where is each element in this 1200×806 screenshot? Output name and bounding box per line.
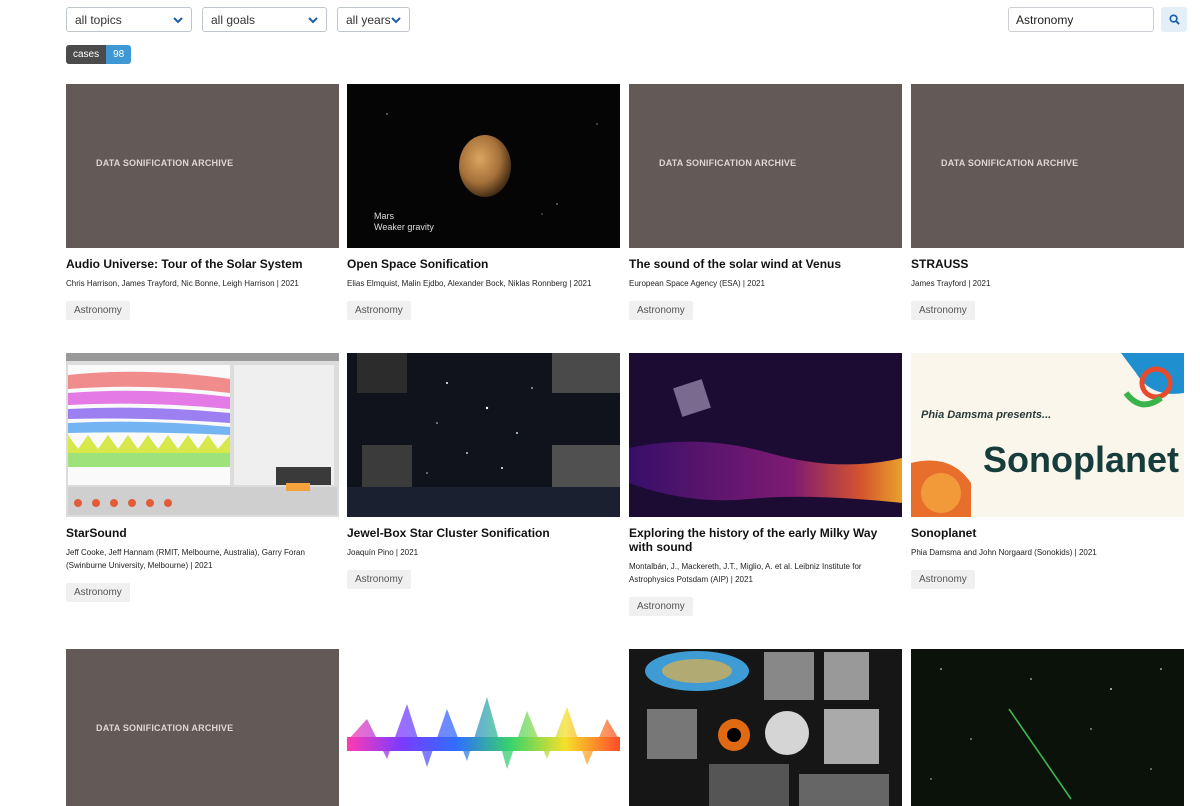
case-thumbnail[interactable] [347,649,620,806]
case-authors: Elias Elmquist, Malin Ejdbo, Alexander B… [347,279,592,288]
star-cluster-image [347,353,620,517]
sonoplanet-artwork [911,353,1184,517]
case-thumbnail[interactable] [629,353,902,517]
cases-count-badge: cases 98 [66,45,132,64]
cases-count: 98 [106,45,132,64]
case-card[interactable]: StarSound Jeff Cooke, Jeff Hannam (RMIT,… [66,353,339,602]
topic-tag[interactable]: Astronomy [347,570,411,589]
chevron-down-icon [173,16,183,23]
topic-tag[interactable]: Astronomy [66,583,130,602]
case-authors: Chris Harrison, James Trayford, Nic Bonn… [66,279,299,288]
case-authors: European Space Agency (ESA) | 2021 [629,279,765,288]
case-card[interactable]: Mars Weaker gravity Open Space Sonificat… [347,84,620,320]
years-select-value: all years [346,12,391,27]
thumbnail-watermark: DATA SONIFICATION ARCHIVE [96,723,234,733]
search-button[interactable] [1161,7,1187,32]
case-authors: Joaquín Pino | 2021 [347,548,419,557]
topic-tag[interactable]: Astronomy [66,301,130,320]
case-card[interactable]: Phia Damsma presents... Sonoplanet Sonop… [911,353,1184,589]
case-card[interactable] [347,649,620,806]
search-bar: Astronomy [1008,7,1187,32]
case-title[interactable]: Sonoplanet [911,526,1184,540]
case-thumbnail[interactable] [347,353,620,517]
rainbow-waveform-image [347,697,620,769]
case-authors: Montalbán, J., Mackereth, J.T., Miglio, … [629,562,862,584]
goals-select[interactable]: all goals [202,7,327,32]
search-icon [1168,14,1180,25]
case-card[interactable] [911,649,1184,806]
topic-tag[interactable]: Astronomy [347,301,411,320]
case-card[interactable]: DATA SONIFICATION ARCHIVE The sound of t… [629,84,902,320]
goals-select-value: all goals [211,12,256,27]
case-authors: Phia Damsma and John Norgaard (Sonokids)… [911,548,1097,557]
case-title[interactable]: Open Space Sonification [347,257,620,271]
case-thumbnail[interactable]: DATA SONIFICATION ARCHIVE [66,649,339,806]
case-title[interactable]: The sound of the solar wind at Venus [629,257,902,271]
thumbnail-caption-line: Weaker gravity [374,222,434,232]
years-select[interactable]: all years [337,7,410,32]
topic-tag[interactable]: Astronomy [629,597,693,616]
case-card[interactable]: DATA SONIFICATION ARCHIVE [66,649,339,806]
filter-bar: all topics all goals all years [66,7,410,32]
thumbnail-watermark: DATA SONIFICATION ARCHIVE [96,158,234,168]
thumbnail-logo-text: Sonoplanet [983,439,1179,480]
case-thumbnail[interactable] [629,649,902,806]
milky-way-image [629,353,902,517]
topics-select-value: all topics [75,12,122,27]
case-title[interactable]: Exploring the history of the early Milky… [629,526,902,554]
case-thumbnail[interactable]: DATA SONIFICATION ARCHIVE [66,84,339,248]
case-title[interactable]: Jewel-Box Star Cluster Sonification [347,526,620,540]
case-title[interactable]: STRAUSS [911,257,1184,271]
case-card[interactable] [629,649,902,806]
starfield-meteor-image [911,649,1184,806]
thumbnail-presenter-text: Phia Damsma presents... [921,409,1052,421]
case-thumbnail[interactable]: DATA SONIFICATION ARCHIVE [629,84,902,248]
search-input[interactable]: Astronomy [1008,7,1154,32]
case-card[interactable]: Jewel-Box Star Cluster Sonification Joaq… [347,353,620,589]
astronomy-collage-image [629,649,902,806]
topics-select[interactable]: all topics [66,7,192,32]
topic-tag[interactable]: Astronomy [911,301,975,320]
chevron-down-icon [391,16,401,23]
case-authors: Jeff Cooke, Jeff Hannam (RMIT, Melbourne… [66,548,305,570]
case-title[interactable]: StarSound [66,526,339,540]
thumbnail-watermark: DATA SONIFICATION ARCHIVE [941,158,1079,168]
case-card[interactable]: DATA SONIFICATION ARCHIVE Audio Universe… [66,84,339,320]
case-card[interactable]: DATA SONIFICATION ARCHIVE STRAUSS James … [911,84,1184,320]
starsound-app-screenshot [66,353,339,517]
case-thumbnail[interactable]: Mars Weaker gravity [347,84,620,248]
case-thumbnail[interactable]: Phia Damsma presents... Sonoplanet [911,353,1184,517]
cases-label: cases [66,45,107,64]
thumbnail-caption-line: Mars [374,211,394,221]
case-card[interactable]: Exploring the history of the early Milky… [629,353,902,616]
case-thumbnail[interactable] [911,649,1184,806]
case-thumbnail[interactable]: DATA SONIFICATION ARCHIVE [911,84,1184,248]
case-thumbnail[interactable] [66,353,339,517]
thumbnail-watermark: DATA SONIFICATION ARCHIVE [659,158,797,168]
case-title[interactable]: Audio Universe: Tour of the Solar System [66,257,339,271]
topic-tag[interactable]: Astronomy [911,570,975,589]
topic-tag[interactable]: Astronomy [629,301,693,320]
chevron-down-icon [308,16,318,23]
case-authors: James Trayford | 2021 [911,279,991,288]
